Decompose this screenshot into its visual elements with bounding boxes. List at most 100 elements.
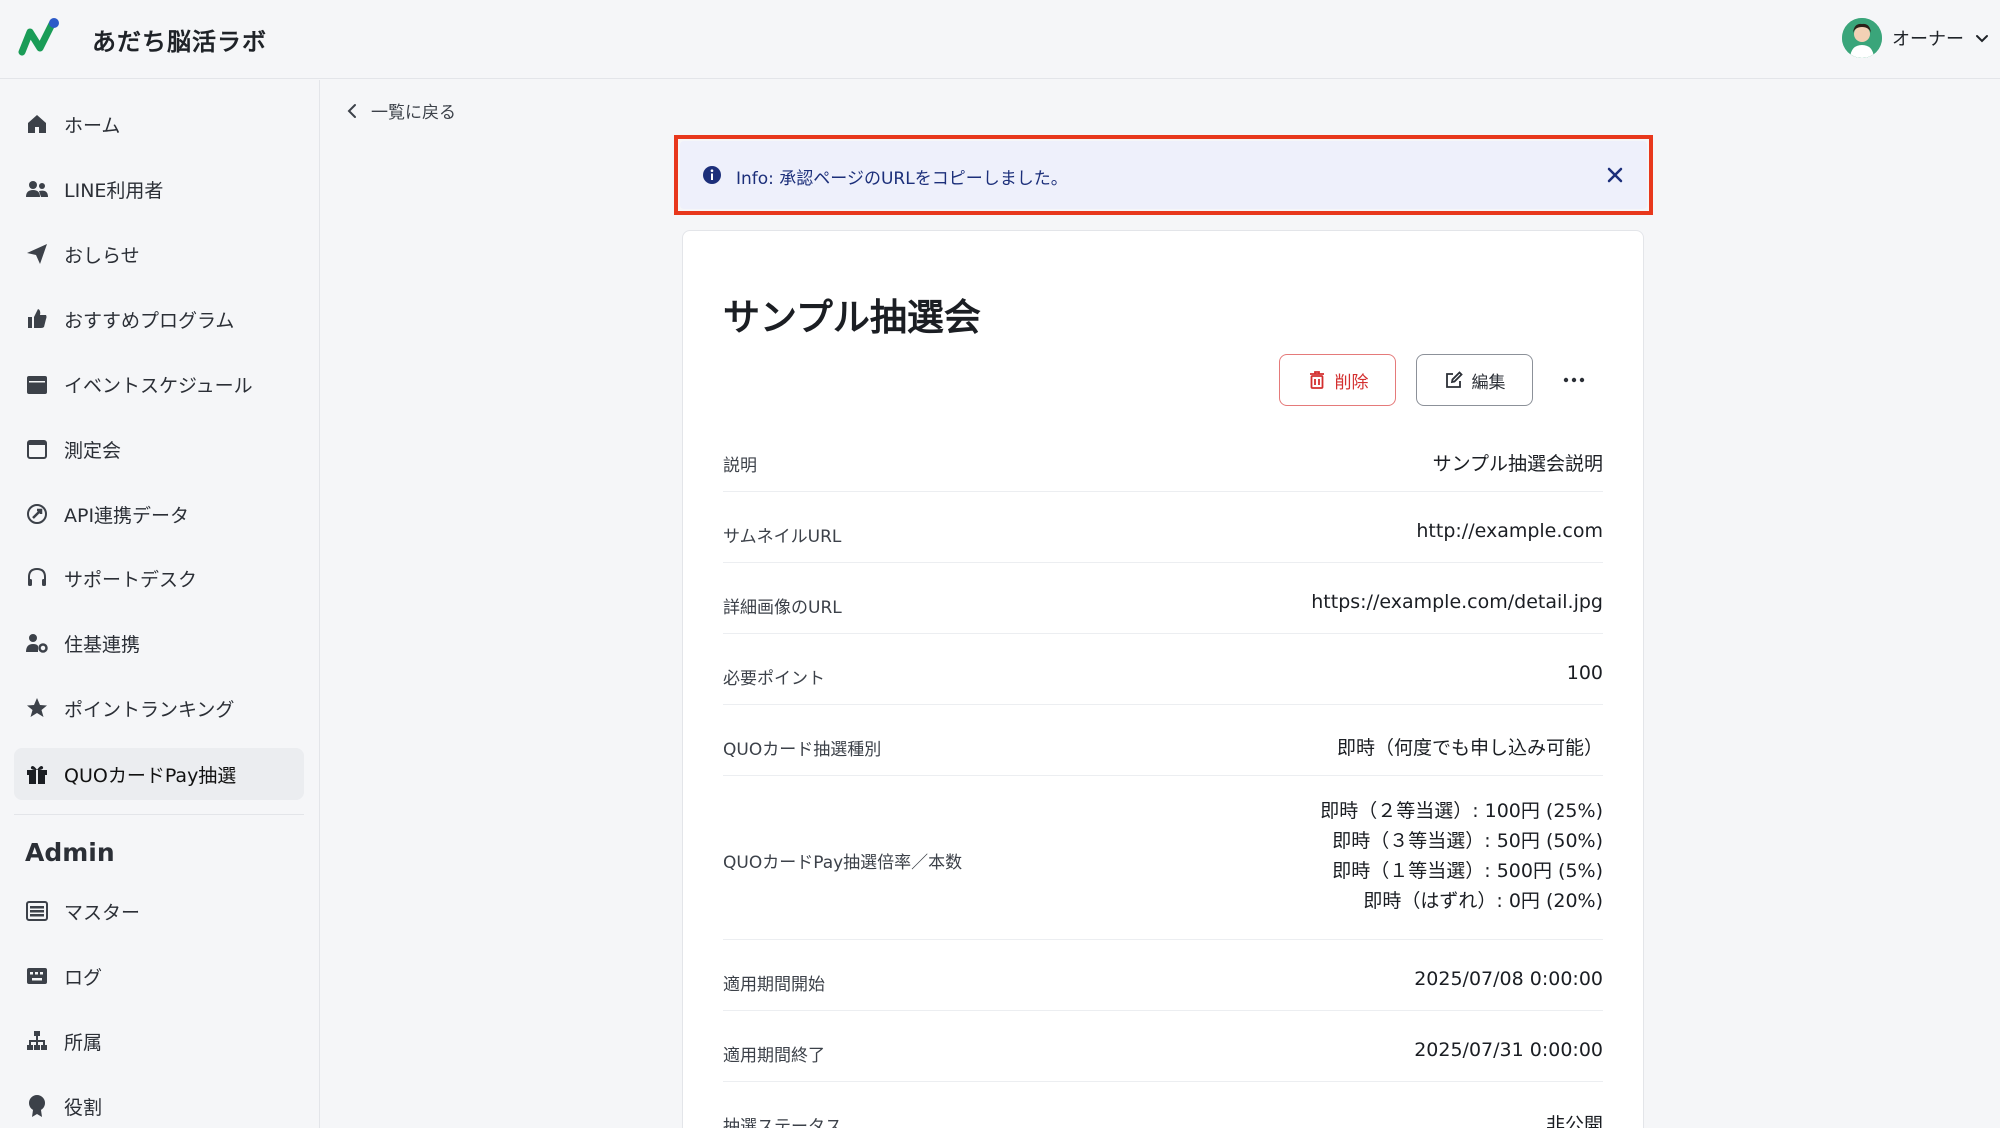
edit-button[interactable]: 編集 [1416, 354, 1533, 406]
detail-label: サムネイルURL [723, 527, 842, 547]
sidebar-item-quo-lottery[interactable]: QUOカードPay抽選 [14, 748, 304, 800]
star-icon [24, 695, 50, 721]
delete-button-label: 削除 [1334, 372, 1369, 393]
sidebar-item-label: おしらせ [64, 244, 140, 267]
sidebar-item-label: ログ [64, 966, 103, 989]
sidebar-item-label: API連携データ [64, 504, 190, 527]
back-link-label: 一覧に戻る [371, 103, 456, 123]
detail-value-list: 即時（２等当選）: 100円 (25%) 即時（３等当選）: 50円 (50%)… [1320, 796, 1603, 916]
sidebar-item-affiliation[interactable]: 所属 [14, 1015, 304, 1067]
list-icon [24, 898, 50, 924]
back-link[interactable]: 一覧に戻る [345, 98, 456, 123]
sidebar-item-role[interactable]: 役割 [14, 1080, 304, 1128]
home-icon [24, 111, 50, 137]
detail-row-required-points: 必要ポイント 100 [723, 634, 1603, 705]
sidebar-item-label: ポイントランキング [64, 698, 235, 721]
detail-value: 非公開 [1545, 1114, 1603, 1128]
detail-row-period-end: 適用期間終了 2025/07/31 0:00:00 [723, 1011, 1603, 1082]
detail-label: 詳細画像のURL [723, 598, 842, 618]
sidebar-item-master[interactable]: マスター [14, 885, 304, 937]
sidebar-item-event-schedule[interactable]: イベントスケジュール [14, 358, 304, 410]
thumbs-up-icon [24, 306, 50, 332]
rate-line: 即時（３等当選）: 50円 (50%) [1332, 830, 1603, 852]
user-name: オーナー [1892, 29, 1964, 50]
app-title: あだち脳活ラボ [92, 28, 267, 56]
sidebar-item-support-desk[interactable]: サポートデスク [14, 552, 304, 604]
lottery-detail-card: サンプル抽選会 削除 編集 説明 サンプル抽選会説明 サムネイルURL http… [682, 230, 1644, 1128]
detail-row-lottery-status: 抽選ステータス 非公開 [723, 1082, 1603, 1128]
detail-label: 必要ポイント [723, 669, 825, 689]
sidebar-item-label: ホーム [64, 114, 121, 137]
keyboard-icon [24, 963, 50, 989]
detail-row-lottery-type: QUOカード抽選種別 即時（何度でも申し込み可能） [723, 705, 1603, 776]
sidebar-item-label: おすすめプログラム [64, 309, 235, 332]
detail-label: QUOカードPay抽選倍率／本数 [723, 853, 963, 873]
detail-label: 適用期間終了 [723, 1046, 825, 1066]
rate-line: 即時（はずれ）: 0円 (20%) [1363, 890, 1603, 912]
chevron-down-icon [1976, 35, 1988, 43]
sidebar-item-label: LINE利用者 [64, 179, 164, 202]
info-icon [703, 166, 721, 184]
trash-icon [1309, 371, 1324, 389]
rate-line: 即時（２等当選）: 100円 (25%) [1320, 800, 1603, 822]
sidebar-item-log[interactable]: ログ [14, 950, 304, 1002]
detail-value: サンプル抽選会説明 [1432, 453, 1603, 475]
sidebar-item-home[interactable]: ホーム [14, 98, 304, 150]
sidebar-item-label: サポートデスク [64, 568, 198, 591]
close-icon[interactable] [1603, 163, 1627, 187]
sidebar-item-notices[interactable]: おしらせ [14, 228, 304, 280]
avatar [1842, 18, 1882, 58]
detail-value: 100 [1566, 662, 1603, 684]
user-gear-icon [24, 630, 50, 656]
calendar-outline-icon [24, 436, 50, 462]
badge-icon [24, 1093, 50, 1119]
detail-label: 説明 [723, 456, 757, 476]
sidebar-item-line-users[interactable]: LINE利用者 [14, 163, 304, 215]
detail-value: http://example.com [1416, 520, 1603, 542]
sidebar-divider [14, 814, 304, 815]
delete-button[interactable]: 削除 [1279, 354, 1396, 406]
detail-value: 2025/07/31 0:00:00 [1414, 1039, 1603, 1061]
sidebar-item-resident-registry[interactable]: 住基連携 [14, 617, 304, 669]
detail-value: 即時（何度でも申し込み可能） [1336, 737, 1603, 759]
sidebar-item-api-data[interactable]: API連携データ [14, 488, 304, 540]
sidebar-item-label: 住基連携 [64, 633, 141, 656]
headset-icon [24, 565, 50, 591]
user-menu[interactable]: オーナー [1842, 17, 1990, 59]
detail-value: 2025/07/08 0:00:00 [1414, 968, 1603, 990]
sidebar-item-label: 役割 [64, 1096, 103, 1119]
api-icon [24, 501, 50, 527]
sidebar: ホーム LINE利用者 おしらせ おすすめプログラム イベントスケジュール 測定… [0, 80, 320, 1128]
detail-row-lottery-rates: QUOカードPay抽選倍率／本数 即時（２等当選）: 100円 (25%) 即時… [723, 776, 1603, 940]
detail-row-period-start: 適用期間開始 2025/07/08 0:00:00 [723, 940, 1603, 1011]
more-options-icon[interactable] [1559, 367, 1589, 393]
sidebar-item-label: 測定会 [64, 439, 122, 462]
detail-label: 適用期間開始 [723, 975, 825, 995]
paper-plane-icon [24, 241, 50, 267]
edit-button-label: 編集 [1471, 372, 1506, 393]
gift-icon [24, 761, 50, 787]
rate-line: 即時（１等当選）: 500円 (5%) [1332, 860, 1603, 882]
chevron-left-icon [347, 103, 356, 118]
alert-message: Info: 承認ページのURLをコピーしました。 [736, 169, 1068, 189]
detail-row-description: 説明 サンプル抽選会説明 [723, 421, 1603, 492]
sidebar-item-label: QUOカードPay抽選 [64, 764, 237, 787]
sitemap-icon [24, 1028, 50, 1054]
admin-heading: Admin [25, 838, 115, 867]
info-alert: Info: 承認ページのURLをコピーしました。 [680, 141, 1647, 209]
app-logo[interactable] [18, 16, 62, 60]
detail-label: 抽選ステータス [723, 1117, 842, 1128]
edit-icon [1445, 371, 1463, 388]
detail-label: QUOカード抽選種別 [723, 740, 882, 760]
sidebar-item-label: イベントスケジュール [64, 374, 253, 397]
users-icon [24, 176, 50, 202]
sidebar-item-label: マスター [64, 901, 141, 924]
detail-value: https://example.com/detail.jpg [1311, 591, 1603, 613]
detail-row-detail-image-url: 詳細画像のURL https://example.com/detail.jpg [723, 563, 1603, 634]
sidebar-item-measurement[interactable]: 測定会 [14, 423, 304, 475]
top-header: あだち脳活ラボ オーナー [0, 0, 2000, 79]
sidebar-item-label: 所属 [64, 1031, 103, 1054]
sidebar-item-point-ranking[interactable]: ポイントランキング [14, 682, 304, 734]
detail-row-thumbnail-url: サムネイルURL http://example.com [723, 492, 1603, 563]
sidebar-item-programs[interactable]: おすすめプログラム [14, 293, 304, 345]
